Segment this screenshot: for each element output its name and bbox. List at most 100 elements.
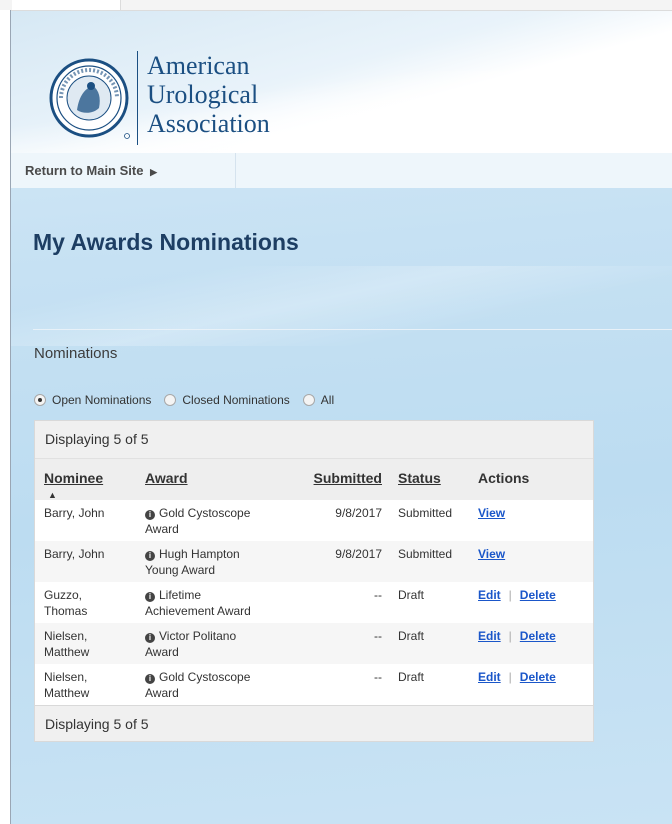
delete-link[interactable]: Delete (520, 629, 556, 643)
sort-submitted-link[interactable]: Submitted (314, 470, 382, 486)
filter-closed-option[interactable]: Closed Nominations (164, 393, 290, 407)
award-cell: i Hugh Hampton Young Award (136, 541, 294, 582)
wordmark-line-3: Association (147, 109, 270, 138)
delete-link[interactable]: Delete (520, 588, 556, 602)
award-line-1: Lifetime (159, 588, 202, 602)
edit-link[interactable]: Edit (478, 670, 501, 684)
award-cell: i Gold Cystoscope Award (136, 500, 294, 541)
nominee-line-2: Matthew (44, 645, 90, 659)
browser-tab[interactable] (12, 0, 121, 10)
table-row: Nielsen, Matthew i Victor Politano Award --… (35, 623, 593, 664)
status-cell: Submitted (398, 506, 453, 520)
section-divider (33, 329, 672, 330)
open-radio[interactable] (34, 394, 46, 406)
award-line-1: Victor Politano (159, 629, 237, 643)
nominee-cell: Barry, John (35, 500, 136, 541)
info-icon[interactable]: i (145, 674, 155, 684)
column-header-status[interactable]: Status (389, 458, 469, 500)
view-link[interactable]: View (478, 547, 505, 561)
column-header-actions: Actions (469, 458, 593, 500)
status-cell: Submitted (389, 541, 469, 582)
nominee-line-1: Barry, John (44, 506, 105, 520)
info-icon[interactable]: i (145, 592, 155, 602)
status-cell: Draft (398, 670, 425, 684)
actions-cell: Edit | Delete (469, 623, 593, 664)
nominee-cell: Nielsen, Matthew (35, 664, 136, 705)
nominee-line-1: Nielsen, (44, 629, 88, 643)
grid-summary-top: Displaying 5 of 5 (35, 421, 593, 458)
award-line-2: Award (145, 522, 179, 536)
award-line-1: Hugh Hampton (159, 547, 240, 561)
award-line-2: Achievement Award (145, 604, 251, 618)
delete-link[interactable]: Delete (520, 670, 556, 684)
filter-open-option[interactable]: Open Nominations (34, 393, 151, 407)
closed-radio-label: Closed Nominations (182, 393, 290, 407)
column-header-submitted[interactable]: Submitted (294, 458, 389, 500)
grid-summary-bottom: Displaying 5 of 5 (35, 705, 593, 741)
nominations-table: Nominee ▲ Award Submitted Status Actions (35, 458, 593, 705)
action-separator: | (508, 629, 512, 643)
info-icon[interactable]: i (145, 633, 155, 643)
info-icon[interactable]: i (145, 551, 155, 561)
table-header-row: Nominee ▲ Award Submitted Status Actions (35, 458, 593, 500)
site-header: American Urological Association (11, 11, 672, 161)
table-row: Guzzo, Thomas i Lifetime Achievement Award … (35, 582, 593, 623)
nominee-line-2: Matthew (44, 686, 90, 700)
view-link[interactable]: View (478, 506, 505, 520)
sort-nominee-link[interactable]: Nominee (44, 470, 103, 486)
action-separator: | (508, 588, 512, 602)
organization-wordmark[interactable]: American Urological Association (147, 51, 270, 138)
nominee-line-1: Barry, John (44, 547, 105, 561)
actions-cell: View (469, 500, 593, 541)
logo-divider (137, 51, 138, 145)
table-row: Barry, John i Gold Cystoscope Award 9/8/20… (35, 500, 593, 541)
sort-ascending-icon: ▲ (48, 490, 57, 500)
status-cell: Draft (389, 623, 469, 664)
column-header-nominee[interactable]: Nominee ▲ (35, 458, 136, 500)
filter-all-option[interactable]: All (302, 393, 335, 407)
all-radio-label: All (320, 393, 335, 407)
nominations-grid: Displaying 5 of 5 Nominee ▲ Award Submit… (34, 420, 594, 742)
sort-status-link[interactable]: Status (398, 470, 441, 486)
submitted-cell: 9/8/2017 (335, 506, 382, 520)
actions-cell: Edit | Delete (469, 582, 593, 623)
wordmark-line-1: American (147, 51, 250, 80)
browser-tab-strip (0, 0, 672, 11)
action-separator: | (508, 670, 512, 684)
page: American Urological Association Return t… (11, 11, 672, 824)
nominee-cell: Nielsen, Matthew (35, 623, 136, 664)
triangle-right-icon: ▶ (150, 167, 157, 177)
open-radio-label: Open Nominations (52, 393, 152, 407)
table-row: Barry, John i Hugh Hampton Young Award 9/8… (35, 541, 593, 582)
aua-seal-logo[interactable] (47, 56, 131, 140)
submitted-cell: -- (294, 623, 389, 664)
column-header-award[interactable]: Award (136, 458, 294, 500)
all-radio[interactable] (302, 394, 315, 406)
nomination-filter-group: Open Nominations Closed Nominations All (34, 393, 347, 407)
nominee-line-1: Guzzo, (44, 588, 83, 602)
award-line-2: Young Award (145, 563, 216, 577)
sort-award-link[interactable]: Award (145, 470, 188, 486)
actions-cell: View (469, 541, 593, 582)
award-cell: i Lifetime Achievement Award (136, 582, 294, 623)
closed-radio[interactable] (164, 394, 177, 406)
info-icon[interactable]: i (145, 510, 155, 520)
nominee-cell: Barry, John (35, 541, 136, 582)
nav-bar: Return to Main Site ▶ (11, 153, 672, 188)
submitted-cell: -- (374, 670, 382, 684)
nominee-line-1: Nielsen, (44, 670, 88, 684)
wordmark-line-2: Urological (147, 80, 259, 109)
submitted-cell: -- (374, 588, 382, 602)
award-line-2: Award (145, 645, 179, 659)
edit-link[interactable]: Edit (478, 629, 501, 643)
award-cell: i Gold Cystoscope Award (136, 664, 294, 705)
actions-cell: Edit | Delete (469, 664, 593, 705)
decorative-band (11, 266, 672, 346)
nominee-line-2: Thomas (44, 604, 88, 618)
window-edge (0, 10, 11, 824)
return-to-main-site-link[interactable]: Return to Main Site ▶ (25, 153, 236, 188)
section-label: Nominations (34, 345, 118, 362)
return-link-label: Return to Main Site (25, 163, 144, 178)
edit-link[interactable]: Edit (478, 588, 501, 602)
award-line-1: Gold Cystoscope (159, 670, 251, 684)
